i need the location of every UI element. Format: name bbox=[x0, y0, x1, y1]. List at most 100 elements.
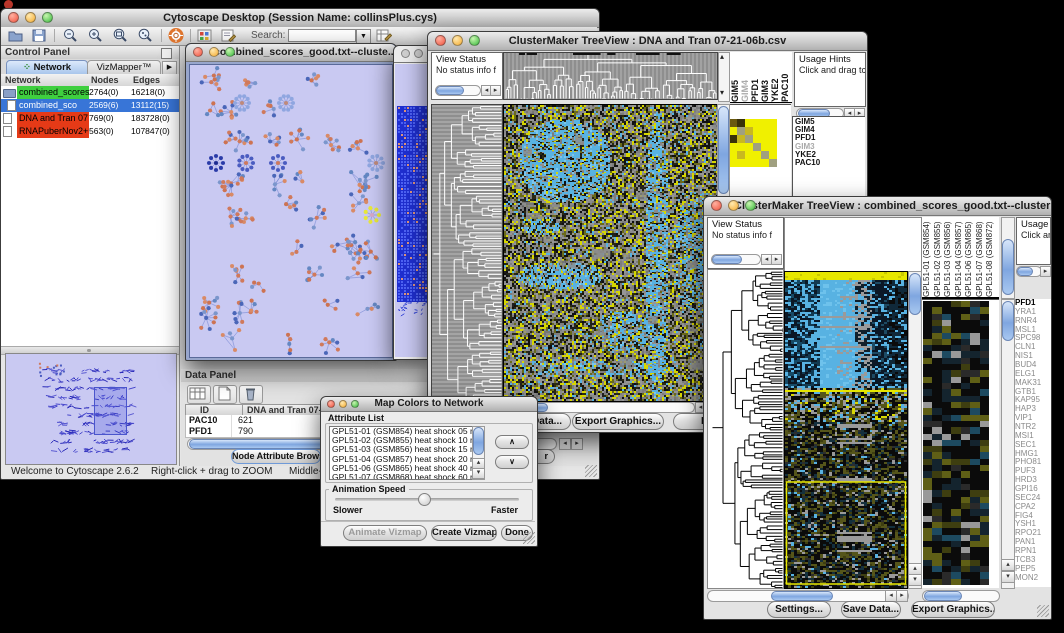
tv2-settings-button[interactable]: Settings... bbox=[767, 601, 831, 618]
tv2-status-hscroll-thumb[interactable] bbox=[712, 255, 742, 264]
new-attribute-button[interactable] bbox=[213, 385, 237, 404]
tv1-column-label[interactable]: GIM5 bbox=[730, 56, 740, 102]
network-list-row[interactable]: RNAPuberNov2+563(0)107847(0) bbox=[1, 125, 179, 138]
zoom-fit-icon[interactable] bbox=[112, 28, 128, 48]
col-network[interactable]: Network bbox=[5, 75, 41, 85]
close-button[interactable] bbox=[711, 200, 722, 211]
tv1-column-label[interactable]: PAC10 bbox=[780, 56, 790, 102]
network-list-row[interactable]: DNA and Tran 07769(0)183728(0) bbox=[1, 112, 179, 125]
help-lifering-icon[interactable] bbox=[168, 28, 184, 48]
tv2-column-label[interactable]: GPL51-06 (GSM865) bbox=[964, 219, 975, 297]
tv2-labels-vscroll-thumb[interactable] bbox=[1002, 239, 1014, 295]
scroll-right-arrow[interactable]: ▸ bbox=[771, 254, 782, 265]
tv2-heat-vscrollbar[interactable] bbox=[908, 271, 922, 589]
main-title-bar[interactable]: Cytoscape Desktop (Session Name: collins… bbox=[1, 9, 599, 28]
attribute-select-button[interactable] bbox=[187, 385, 211, 404]
close-button[interactable] bbox=[435, 35, 446, 46]
minimize-button[interactable] bbox=[209, 47, 219, 57]
zoom-in-icon[interactable] bbox=[87, 28, 103, 48]
dialog-title-bar[interactable]: Map Colors to Network bbox=[321, 397, 537, 412]
treeview1-title-bar[interactable]: ClusterMaker TreeView : DNA and Tran 07-… bbox=[428, 32, 867, 51]
close-button[interactable] bbox=[401, 49, 410, 58]
move-down-button[interactable]: ∨ bbox=[495, 455, 529, 469]
attribute-list-item[interactable]: GPL51-07 (GSM868) heat shock 60 min bbox=[332, 473, 484, 480]
background-network-canvas[interactable] bbox=[395, 64, 429, 357]
close-button[interactable] bbox=[8, 12, 19, 23]
close-button[interactable] bbox=[327, 400, 335, 408]
search-input[interactable] bbox=[288, 29, 356, 42]
network-list-row[interactable]: combined_sco2569(6)13112(15) bbox=[1, 99, 179, 112]
scroll-down-arrow[interactable]: ▾ bbox=[908, 574, 922, 586]
attribute-list-vscroll-thumb[interactable] bbox=[473, 427, 484, 455]
node-attribute-browser-tab[interactable]: Node Attribute Brows bbox=[231, 449, 321, 464]
tv1-heatmap-canvas[interactable] bbox=[503, 104, 718, 402]
scroll-down-arrow[interactable]: ▾ bbox=[720, 89, 724, 97]
tv1-column-dendrogram[interactable] bbox=[503, 52, 718, 100]
minimize-button[interactable] bbox=[728, 200, 739, 211]
tv1-vscroll-thumb[interactable] bbox=[718, 106, 729, 194]
scroll-left-arrow[interactable]: ◂ bbox=[559, 438, 571, 450]
scroll-up-arrow[interactable]: ▴ bbox=[1001, 559, 1015, 571]
zoom-selected-icon[interactable] bbox=[137, 28, 153, 48]
tv2-hscroll-thumb[interactable] bbox=[771, 591, 833, 601]
treeview2-title-bar[interactable]: ClusterMaker TreeView : combined_scores_… bbox=[704, 197, 1051, 216]
tv1-status-hscroll-thumb[interactable] bbox=[436, 86, 464, 95]
scroll-down-arrow[interactable]: ▾ bbox=[472, 468, 485, 479]
float-panel-icon[interactable] bbox=[161, 48, 172, 59]
close-button[interactable] bbox=[193, 47, 203, 57]
scroll-down-arrow[interactable]: ▾ bbox=[1001, 571, 1015, 583]
network-view-canvas[interactable] bbox=[189, 64, 393, 358]
minimize-button[interactable] bbox=[339, 400, 347, 408]
tab-network[interactable]: ⁘ Network bbox=[6, 60, 88, 75]
animate-vizmap-button[interactable]: Animate Vizmap bbox=[343, 525, 427, 541]
tv2-column-label[interactable]: GPL51-02 (GSM855) bbox=[933, 219, 944, 297]
zoom-button[interactable] bbox=[42, 12, 53, 23]
tv2-column-label[interactable]: GPL51-08 (GSM872) bbox=[985, 219, 996, 297]
scroll-right-arrow[interactable]: ▸ bbox=[1040, 266, 1051, 277]
tab-overflow-button[interactable]: ▶ bbox=[162, 61, 177, 75]
inactive-title-bar[interactable] bbox=[394, 46, 431, 63]
tv2-column-label[interactable]: GPL51-04 (GSM857) bbox=[954, 219, 965, 297]
scroll-up-arrow[interactable]: ▴ bbox=[720, 53, 724, 61]
tv2-genes-vscroll-thumb[interactable] bbox=[1002, 301, 1014, 341]
zoom-out-icon[interactable] bbox=[62, 28, 78, 48]
zoom-button[interactable] bbox=[745, 200, 756, 211]
tv2-zoom-heatmap-canvas[interactable] bbox=[923, 301, 989, 585]
network-view-title-bar[interactable]: combined_scores_good.txt--cluste... bbox=[186, 44, 396, 62]
tv2-column-label[interactable]: GPL51-03 (GSM856) bbox=[943, 219, 954, 297]
tv2-heat-vscroll-thumb[interactable] bbox=[909, 273, 921, 315]
tv2-heatmap-canvas[interactable] bbox=[784, 271, 908, 589]
zoom-button[interactable] bbox=[225, 47, 235, 57]
tv1-column-label[interactable]: PFD1 bbox=[750, 56, 760, 102]
tv2-column-label[interactable]: GPL51-01 (GSM854) bbox=[922, 219, 933, 297]
scroll-right-arrow[interactable]: ▸ bbox=[571, 438, 583, 450]
tv1-row-dendrogram[interactable] bbox=[431, 104, 503, 402]
attribute-listbox[interactable]: GPL51-01 (GSM854) heat shock 05 minGPL51… bbox=[329, 426, 485, 480]
divider-handle[interactable] bbox=[87, 349, 91, 352]
main-resize-grip[interactable] bbox=[585, 465, 597, 477]
move-up-button[interactable]: ∧ bbox=[495, 435, 529, 449]
speed-slider-thumb[interactable] bbox=[418, 493, 431, 506]
col-edges[interactable]: Edges bbox=[133, 75, 160, 85]
tab-vizmapper[interactable]: VizMapper™ bbox=[87, 60, 161, 75]
zoom-button[interactable] bbox=[351, 400, 359, 408]
scroll-right-arrow[interactable]: ▸ bbox=[490, 85, 501, 96]
zoom-button[interactable] bbox=[469, 35, 480, 46]
scroll-right-arrow[interactable]: ▸ bbox=[896, 590, 908, 602]
tv2-zoom-hscroll-thumb[interactable] bbox=[924, 591, 962, 601]
open-file-icon[interactable] bbox=[8, 29, 23, 47]
data-col-id[interactable]: ID bbox=[200, 405, 209, 415]
minimize-button[interactable] bbox=[414, 49, 423, 58]
save-icon[interactable] bbox=[32, 29, 46, 47]
search-dropdown-button[interactable]: ▼ bbox=[356, 29, 371, 44]
tv2-column-label[interactable]: GPL51-07 (GSM868) bbox=[975, 219, 986, 297]
tv2-save-data-button[interactable]: Save Data... bbox=[841, 601, 901, 618]
dialog-resize-grip[interactable] bbox=[523, 532, 535, 544]
tv2-hints-hscroll-thumb[interactable] bbox=[1017, 267, 1033, 276]
network-overview-canvas[interactable] bbox=[5, 353, 177, 465]
tv1-column-label[interactable]: YKE2 bbox=[770, 56, 780, 102]
create-vizmap-button[interactable]: Create Vizmap bbox=[431, 525, 497, 541]
tv1-column-label[interactable]: GIM4 bbox=[740, 56, 750, 102]
tv1-export-graphics-button[interactable]: Export Graphics... bbox=[572, 413, 664, 430]
tv1-column-label[interactable]: GIM3 bbox=[760, 56, 770, 102]
